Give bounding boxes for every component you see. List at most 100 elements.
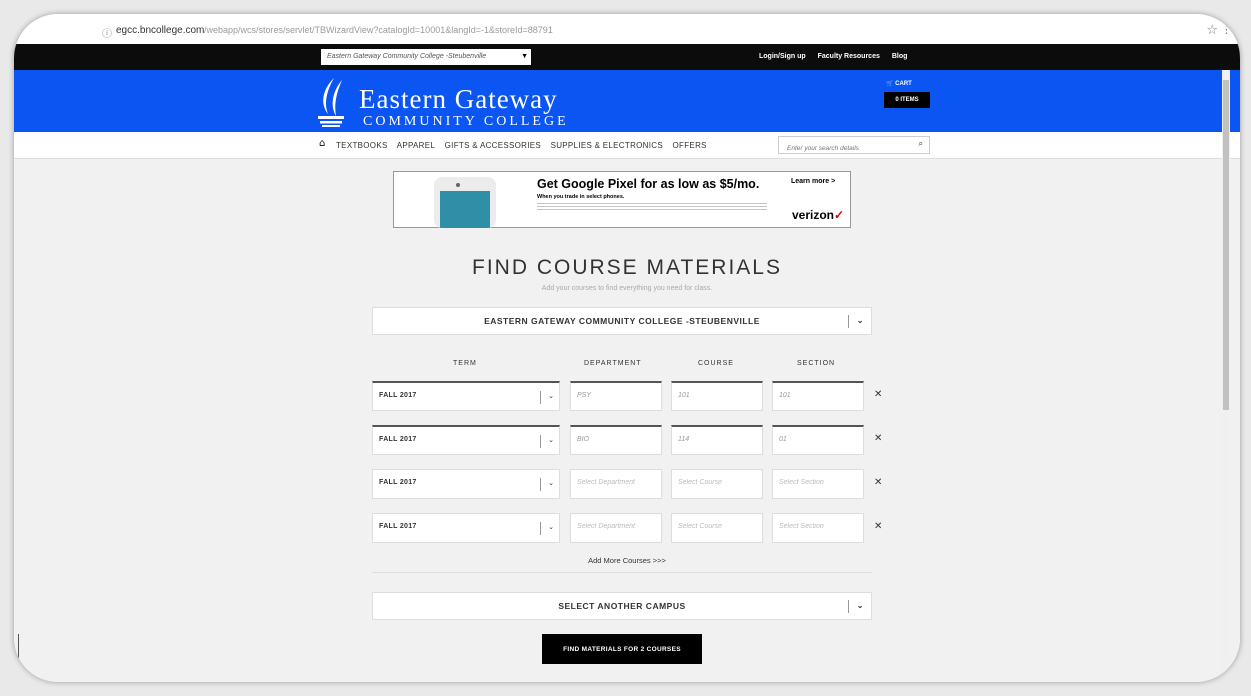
course-input[interactable]: [678, 392, 760, 399]
college-logo-icon[interactable]: [314, 76, 348, 128]
select-divider: [848, 600, 849, 613]
select-divider: [540, 435, 541, 448]
campus-select-value: EASTERN GATEWAY COMMUNITY COLLEGE -STEUB…: [484, 316, 760, 326]
find-materials-button[interactable]: FIND MATERIALS FOR 2 COURSES: [542, 634, 702, 664]
nav-item-offers[interactable]: OFFERS: [673, 141, 707, 150]
divider: [372, 572, 872, 573]
ad-headline: Get Google Pixel for as low as $5/mo.: [537, 177, 760, 191]
term-select[interactable]: FALL 2017 ⌄: [372, 513, 560, 543]
verizon-logo: verizon✓: [792, 208, 844, 222]
course-field: [671, 381, 763, 411]
browser-window: ⓘ egcc.bncollege.com /webapp/wcs/stores/…: [14, 14, 1240, 682]
select-divider: [540, 391, 541, 404]
home-icon[interactable]: ⌂: [319, 138, 325, 149]
section-field: [772, 425, 864, 455]
term-select[interactable]: FALL 2017 ⌄: [372, 425, 560, 455]
another-campus-label: SELECT ANOTHER CAMPUS: [558, 601, 686, 611]
department-input[interactable]: [577, 479, 659, 486]
chevron-down-icon: ⌄: [548, 480, 554, 487]
chevron-down-icon: ⌄: [548, 524, 554, 531]
chevron-down-icon: ▼: [521, 53, 528, 60]
chevron-down-icon: ⌄: [856, 601, 864, 610]
phone-camera: [456, 183, 460, 187]
term-select-value: FALL 2017: [379, 479, 417, 486]
address-bar[interactable]: ⓘ egcc.bncollege.com /webapp/wcs/stores/…: [14, 14, 1240, 44]
nav-item-supplies[interactable]: SUPPLIES & ELECTRONICS: [551, 141, 663, 150]
department-input[interactable]: [577, 392, 659, 399]
info-icon[interactable]: ⓘ: [102, 25, 112, 40]
store-select[interactable]: Eastern Gateway Community College -Steub…: [321, 49, 531, 65]
section-field: [772, 469, 864, 499]
cart-count-button[interactable]: 0 ITEMS: [884, 92, 930, 108]
cart-link[interactable]: 🛒 CART: [886, 80, 912, 87]
section-input[interactable]: [779, 392, 861, 399]
phone-image: [434, 177, 496, 228]
search-input[interactable]: [787, 145, 907, 152]
section-input[interactable]: [779, 479, 861, 486]
department-input[interactable]: [577, 436, 659, 443]
chevron-down-icon: ⌄: [548, 437, 554, 444]
verizon-wordmark: verizon: [792, 208, 835, 222]
nav-item-textbooks[interactable]: TEXTBOOKS: [336, 141, 388, 150]
department-input[interactable]: [577, 523, 659, 530]
select-divider: [848, 315, 849, 328]
section-field: [772, 513, 864, 543]
term-select[interactable]: FALL 2017 ⌄: [372, 381, 560, 411]
section-input[interactable]: [779, 523, 861, 530]
scrollbar-thumb[interactable]: [1223, 80, 1229, 410]
chevron-down-icon: ⌄: [856, 316, 864, 325]
course-input[interactable]: [678, 436, 760, 443]
department-field: [570, 469, 662, 499]
course-row: FALL 2017 ⌄ ✕: [372, 469, 882, 499]
term-select-value: FALL 2017: [379, 436, 417, 443]
course-input[interactable]: [678, 479, 760, 486]
term-select-value: FALL 2017: [379, 392, 417, 399]
select-divider: [540, 522, 541, 535]
search-icon[interactable]: ⌕: [919, 139, 923, 149]
logo-title[interactable]: Eastern Gateway: [359, 84, 558, 115]
term-select[interactable]: FALL 2017 ⌄: [372, 469, 560, 499]
faculty-resources-link[interactable]: Faculty Resources: [818, 53, 880, 60]
remove-row-icon[interactable]: ✕: [874, 433, 882, 444]
verizon-check-icon: ✓: [834, 208, 845, 222]
site-search: ⌕: [778, 136, 930, 154]
department-field: [570, 381, 662, 411]
column-header-course: COURSE: [698, 360, 734, 367]
select-divider: [540, 478, 541, 491]
logo-subtitle[interactable]: COMMUNITY COLLEGE: [363, 114, 569, 130]
section-input[interactable]: [779, 436, 861, 443]
nav-item-gifts[interactable]: GIFTS & ACCESSORIES: [445, 141, 541, 150]
url-path[interactable]: /webapp/wcs/stores/servlet/TBWizardView?…: [204, 25, 553, 35]
phone-screen: [440, 191, 490, 228]
course-materials-page: Get Google Pixel for as low as $5/mo. Wh…: [14, 159, 1240, 682]
add-more-courses-link[interactable]: Add More Courses >>>: [14, 556, 1240, 565]
course-field: [671, 425, 763, 455]
login-link[interactable]: Login/Sign up: [759, 53, 806, 60]
remove-row-icon[interactable]: ✕: [874, 477, 882, 488]
ad-banner[interactable]: Get Google Pixel for as low as $5/mo. Wh…: [393, 171, 851, 228]
cart-label: CART: [895, 81, 912, 87]
nav-items: TEXTBOOKS APPAREL GIFTS & ACCESSORIES SU…: [336, 141, 714, 150]
main-nav: ⌂ TEXTBOOKS APPAREL GIFTS & ACCESSORIES …: [14, 132, 1240, 159]
course-input[interactable]: [678, 523, 760, 530]
bookmark-star-icon[interactable]: ☆: [1206, 23, 1218, 38]
column-header-term: TERM: [453, 360, 477, 367]
department-field: [570, 425, 662, 455]
browser-menu-icon[interactable]: ⋮: [1221, 23, 1232, 36]
column-header-section: SECTION: [797, 360, 836, 367]
url-host[interactable]: egcc.bncollege.com: [116, 25, 204, 36]
page-scrollbar[interactable]: [1222, 70, 1230, 682]
top-links: Login/Sign up Faculty Resources Blog: [759, 53, 917, 60]
remove-row-icon[interactable]: ✕: [874, 389, 882, 400]
remove-row-icon[interactable]: ✕: [874, 521, 882, 532]
nav-item-apparel[interactable]: APPAREL: [397, 141, 435, 150]
ad-learn-more-link[interactable]: Learn more >: [791, 178, 835, 185]
term-select-value: FALL 2017: [379, 523, 417, 530]
site-header: Eastern Gateway COMMUNITY COLLEGE 🛒 CART…: [14, 70, 1240, 132]
chevron-down-icon: ⌄: [548, 393, 554, 400]
blog-link[interactable]: Blog: [892, 53, 908, 60]
course-row: FALL 2017 ⌄ ✕: [372, 381, 882, 411]
another-campus-select[interactable]: SELECT ANOTHER CAMPUS ⌄: [372, 592, 872, 620]
department-field: [570, 513, 662, 543]
campus-select[interactable]: EASTERN GATEWAY COMMUNITY COLLEGE -STEUB…: [372, 307, 872, 335]
